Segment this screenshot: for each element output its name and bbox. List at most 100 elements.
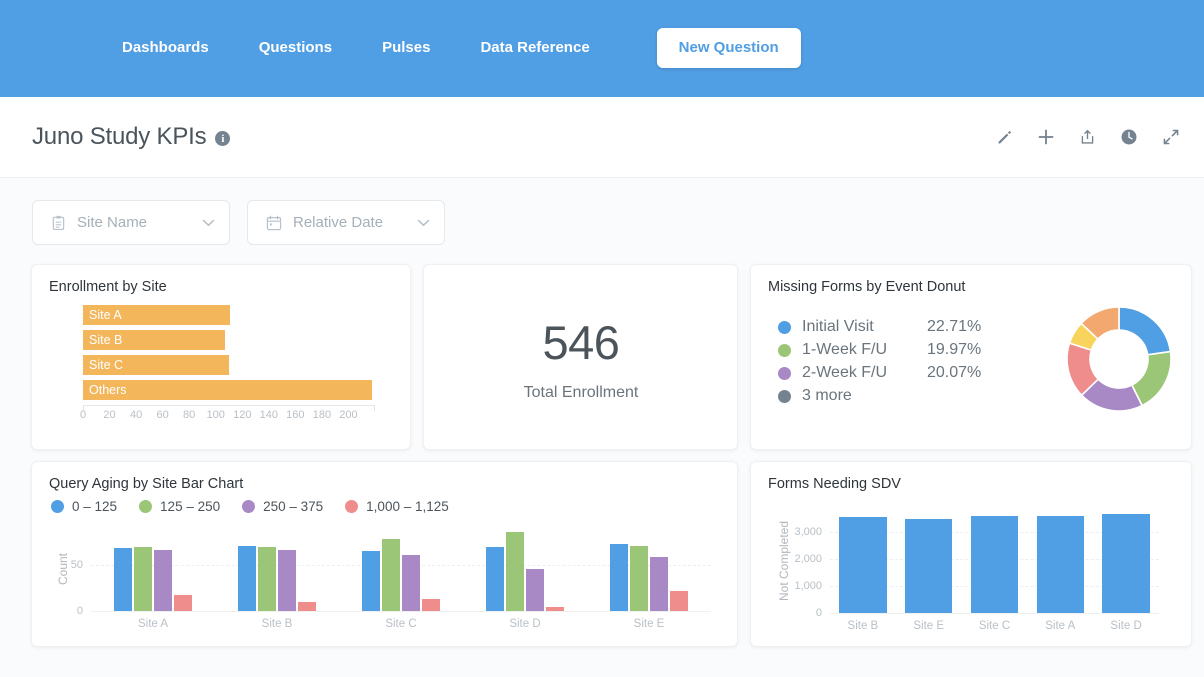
bar[interactable]: [526, 569, 544, 611]
donut-chart: Initial Visit22.71%1-Week F/U19.97%2-Wee…: [768, 303, 1175, 420]
bar[interactable]: [1037, 516, 1084, 613]
add-plus-icon[interactable]: [1037, 128, 1055, 146]
bar[interactable]: [422, 599, 440, 611]
bar[interactable]: [971, 516, 1018, 613]
hbar-label: Others: [83, 383, 127, 397]
bar[interactable]: [650, 557, 668, 611]
x-tick-label: 40: [130, 409, 142, 421]
legend-dot: [778, 321, 791, 334]
bar[interactable]: [839, 517, 886, 613]
card-missing-forms-donut[interactable]: Missing Forms by Event Donut Initial Vis…: [750, 264, 1192, 450]
share-icon[interactable]: [1079, 128, 1096, 146]
page-title: Juno Study KPIs: [32, 123, 206, 151]
filter-site-name[interactable]: Site Name: [32, 200, 230, 245]
title-group: Juno Study KPIs i: [32, 123, 230, 151]
legend-dot: [139, 500, 152, 513]
nav-item-dashboards[interactable]: Dashboards: [97, 28, 234, 68]
legend-item[interactable]: 250 – 375: [242, 499, 323, 514]
legend-label: Initial Visit: [802, 318, 927, 336]
bar[interactable]: [630, 546, 648, 611]
clock-icon[interactable]: [1120, 128, 1138, 146]
card-title: Forms Needing SDV: [768, 476, 1175, 492]
edit-pencil-icon[interactable]: [996, 129, 1013, 146]
bar[interactable]: [382, 539, 400, 611]
hbar[interactable]: Site B: [83, 330, 225, 350]
card-title: Query Aging by Site Bar Chart: [49, 476, 721, 492]
bar[interactable]: [238, 546, 256, 611]
x-tick-label: 80: [183, 409, 195, 421]
legend-item[interactable]: 1,000 – 1,125: [345, 499, 449, 514]
nav-items: Dashboards Questions Pulses Data Referen…: [97, 28, 801, 68]
bar[interactable]: [114, 548, 132, 611]
enrollment-hbar-chart: Site ASite BSite COthers 020406080100120…: [83, 305, 383, 423]
bar[interactable]: [905, 519, 952, 613]
query-aging-legend: 0 – 125 125 – 250 250 – 375 1,000 – 1,125: [51, 499, 721, 514]
nav-item-questions[interactable]: Questions: [234, 28, 357, 68]
donut-slice[interactable]: [1119, 307, 1170, 355]
bar[interactable]: [506, 532, 524, 611]
hbar[interactable]: Site A: [83, 305, 230, 325]
legend-item[interactable]: 0 – 125: [51, 499, 117, 514]
card-enrollment-by-site[interactable]: Enrollment by Site Site A Site B Site C Oth…: [31, 264, 411, 450]
legend-label: 250 – 375: [263, 499, 323, 514]
bar[interactable]: [154, 550, 172, 611]
legend-row[interactable]: 1-Week F/U19.97%: [778, 339, 1063, 362]
x-tick-label: Site C: [979, 620, 1010, 632]
donut-graphic: [1063, 303, 1175, 420]
x-tick-label: Site E: [634, 618, 665, 630]
hbar[interactable]: Site C: [83, 355, 229, 375]
bar[interactable]: [278, 550, 296, 611]
bar[interactable]: [298, 602, 316, 611]
legend-label: 1-Week F/U: [802, 341, 927, 359]
bar[interactable]: [610, 544, 628, 611]
x-tick-label: 140: [260, 409, 278, 421]
card-total-enrollment[interactable]: 546 Total Enrollment: [423, 264, 738, 450]
legend-item[interactable]: 125 – 250: [139, 499, 220, 514]
bar[interactable]: [362, 551, 380, 611]
bar[interactable]: [670, 591, 688, 611]
scalar-value: 546: [543, 319, 620, 366]
card-forms-needing-sdv[interactable]: Forms Needing SDV Not Completed01,0002,0…: [750, 461, 1192, 647]
nav-item-pulses[interactable]: Pulses: [357, 28, 455, 68]
legend-row[interactable]: 2-Week F/U20.07%: [778, 362, 1063, 385]
card-title: Enrollment by Site: [49, 279, 394, 295]
x-tick-label: Site D: [509, 618, 540, 630]
bar[interactable]: [134, 547, 152, 611]
bar[interactable]: [174, 595, 192, 611]
top-navbar: Dashboards Questions Pulses Data Referen…: [0, 0, 1204, 97]
x-tick-label: 180: [313, 409, 331, 421]
nav-item-data-reference[interactable]: Data Reference: [455, 28, 614, 68]
fullscreen-icon[interactable]: [1162, 128, 1180, 146]
x-tick-label: 60: [157, 409, 169, 421]
hbar[interactable]: Others: [83, 380, 372, 400]
legend-label: 2-Week F/U: [802, 364, 927, 382]
bar[interactable]: [1102, 514, 1149, 613]
legend-dot: [778, 390, 791, 403]
dashboard-grid: Enrollment by Site Site A Site B Site C Oth…: [0, 245, 1204, 647]
legend-label: 3 more: [802, 387, 927, 405]
calendar-icon: [266, 215, 282, 231]
y-tick-label: 0: [768, 607, 822, 619]
bar[interactable]: [402, 555, 420, 611]
info-icon[interactable]: i: [215, 131, 230, 146]
hbar-row: Site B: [83, 330, 383, 350]
filter-relative-date[interactable]: Relative Date: [247, 200, 445, 245]
x-tick-label: 100: [207, 409, 225, 421]
card-query-aging[interactable]: Query Aging by Site Bar Chart 0 – 125 125…: [31, 461, 738, 647]
legend-label: 1,000 – 1,125: [366, 499, 449, 514]
legend-row[interactable]: Initial Visit22.71%: [778, 316, 1063, 339]
legend-row[interactable]: 3 more: [778, 385, 1063, 408]
chevron-down-icon: [202, 214, 215, 232]
x-tick-label: Site A: [1045, 620, 1075, 632]
bar[interactable]: [486, 547, 504, 611]
legend-dot: [51, 500, 64, 513]
new-question-button[interactable]: New Question: [657, 28, 801, 68]
x-tick-label: Site B: [262, 618, 293, 630]
bar[interactable]: [258, 547, 276, 611]
filter-bar: Site Name Relative Date: [0, 178, 1204, 245]
hbar-label: Site C: [83, 358, 123, 372]
legend-label: 125 – 250: [160, 499, 220, 514]
hbar-label: Site B: [83, 333, 122, 347]
bar[interactable]: [546, 607, 564, 611]
legend-dot: [778, 367, 791, 380]
